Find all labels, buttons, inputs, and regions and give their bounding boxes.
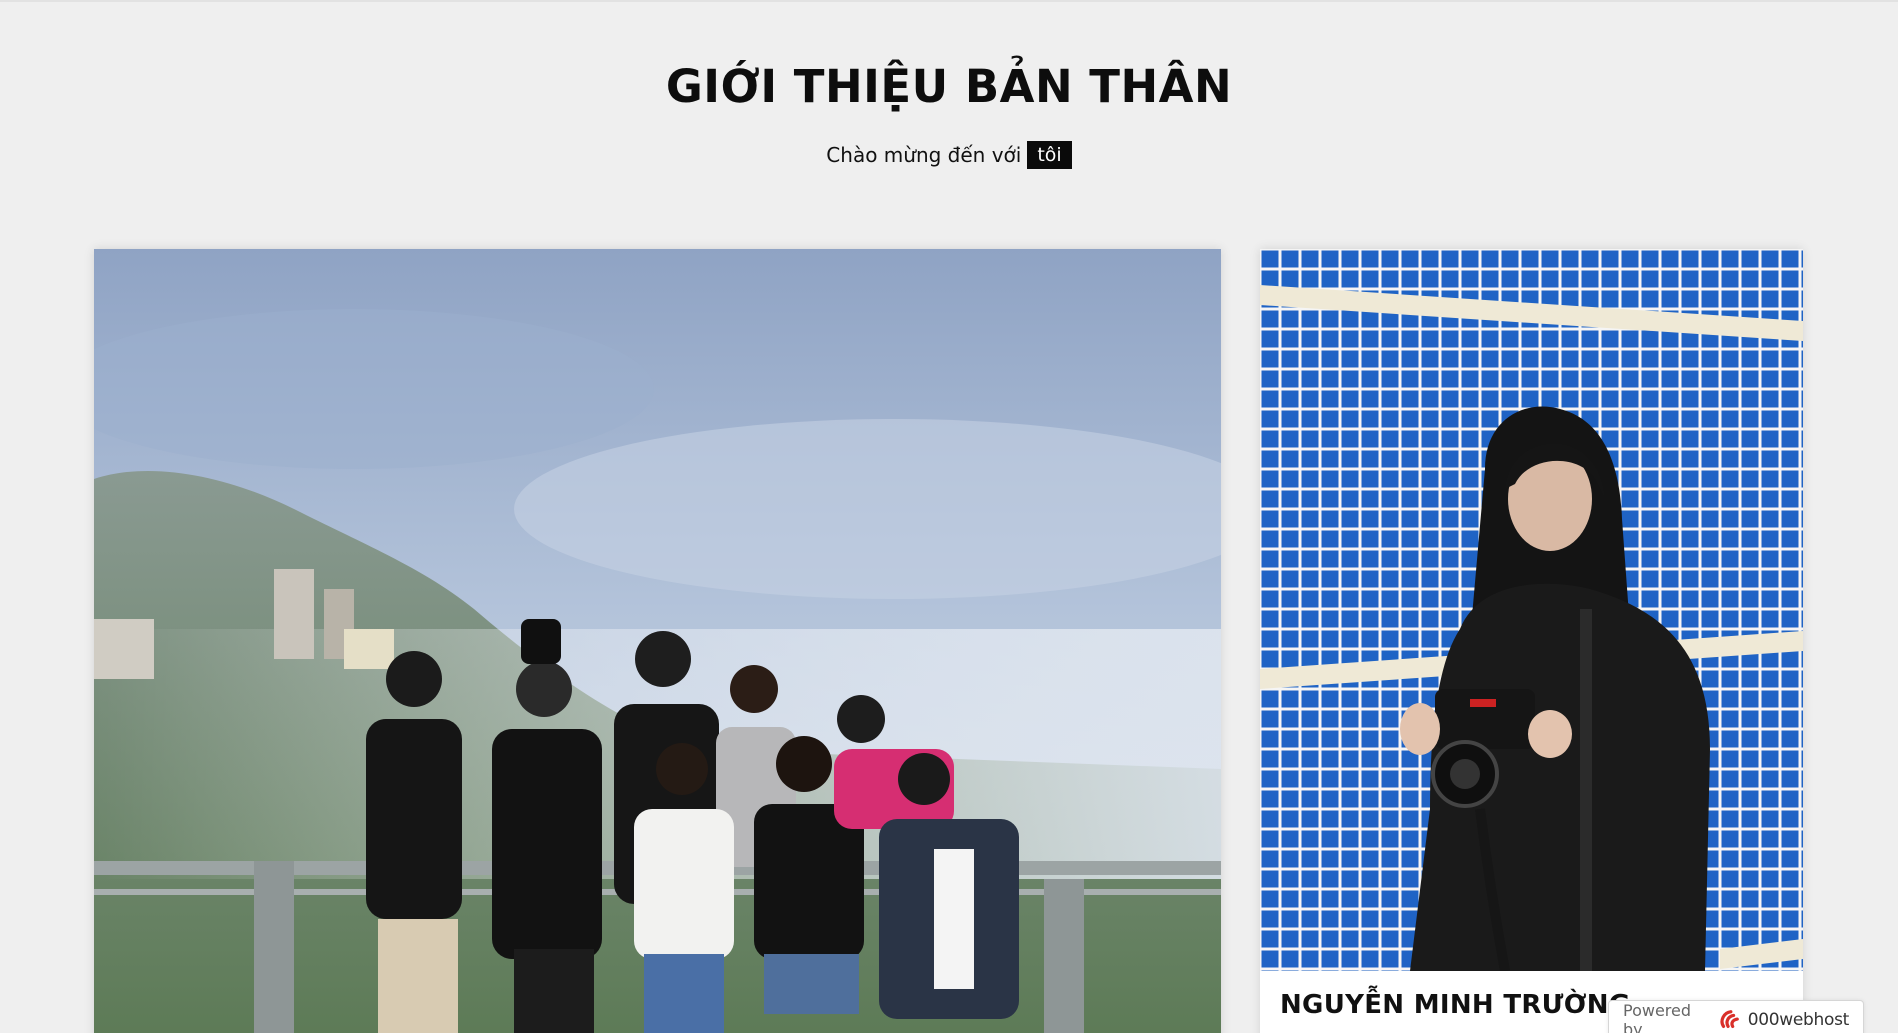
powered-by-label: Powered by	[1623, 1001, 1692, 1033]
group-photo	[94, 249, 1221, 1033]
subtitle-text: Chào mừng đến với	[826, 143, 1022, 167]
portrait-photo	[1260, 249, 1803, 971]
subtitle-highlight: tôi	[1027, 141, 1072, 169]
profile-name: NGUYỄN MINH TRƯỜNG	[1280, 990, 1631, 1020]
webhost-logo-icon	[1720, 1010, 1739, 1029]
group-photo-card[interactable]	[94, 249, 1221, 1033]
subtitle: Chào mừng đến với tôi	[826, 141, 1072, 169]
header: GIỚI THIỆU BẢN THÂN Chào mừng đến với tô…	[0, 60, 1898, 169]
page: GIỚI THIỆU BẢN THÂN Chào mừng đến với tô…	[0, 0, 1898, 1033]
page-title: GIỚI THIỆU BẢN THÂN	[665, 60, 1233, 113]
profile-card[interactable]: NGUYỄN MINH TRƯỜNG	[1260, 249, 1803, 1033]
top-divider	[0, 0, 1898, 2]
powered-by-badge[interactable]: Powered by 000webhost	[1608, 1000, 1864, 1033]
brand-name: 000webhost	[1747, 1010, 1850, 1030]
